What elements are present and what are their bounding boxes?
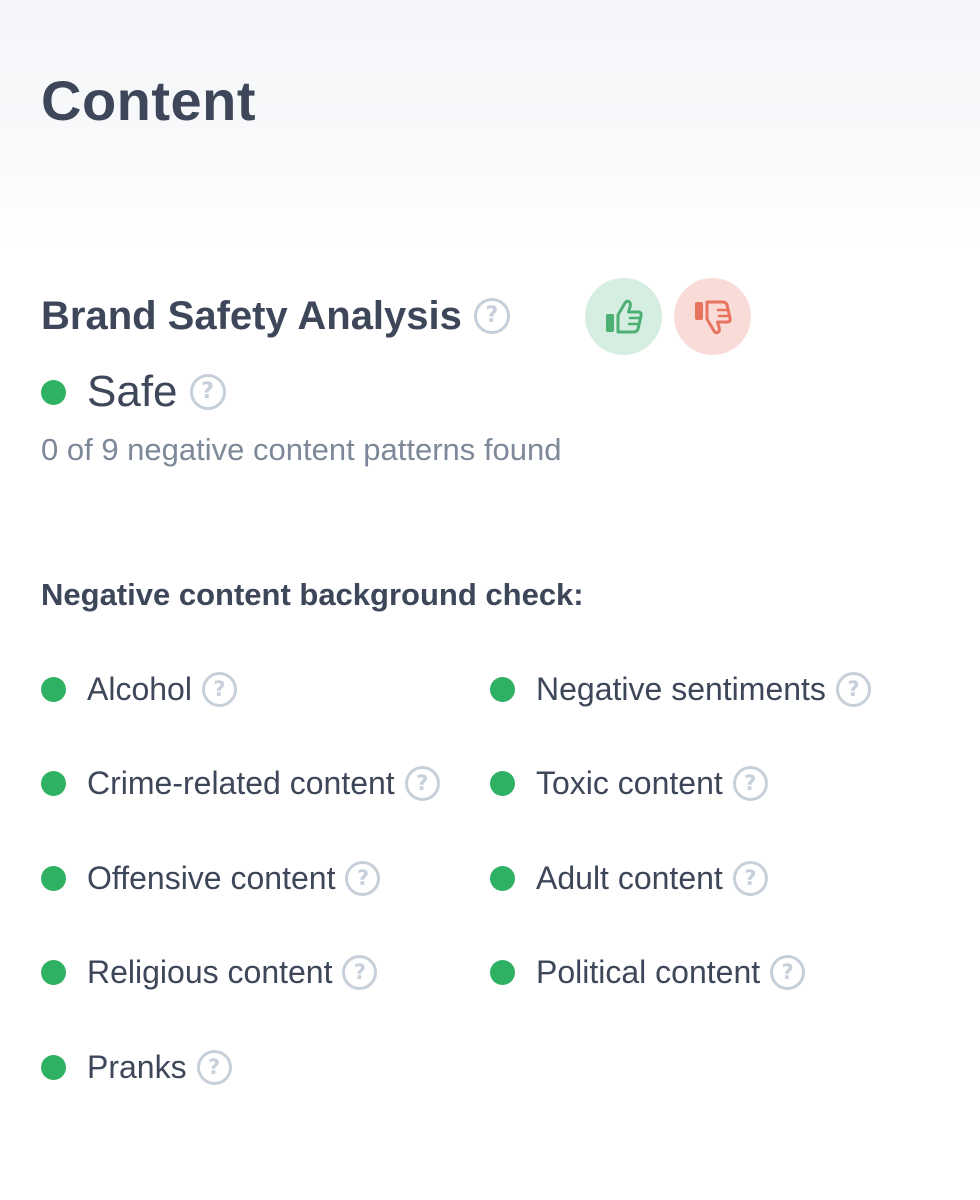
check-item-toxic: Toxic content ? — [490, 761, 768, 805]
status-dot — [41, 770, 66, 796]
status-dot — [41, 379, 66, 405]
question-circle-icon[interactable]: ? — [342, 954, 378, 990]
check-item-label: Negative sentiments — [536, 671, 826, 707]
question-circle-icon[interactable]: ? — [770, 954, 806, 990]
safety-status: Safe ? — [41, 366, 226, 418]
status-dot — [41, 676, 66, 702]
check-item-political: Political content ? — [490, 950, 806, 994]
status-dot — [490, 865, 515, 891]
check-item-label: Adult content — [536, 860, 723, 896]
patterns-summary: 0 of 9 negative content patterns found — [41, 432, 562, 467]
page-title: Content — [41, 69, 257, 132]
status-dot — [490, 676, 515, 702]
status-dot — [41, 959, 66, 985]
question-circle-icon[interactable]: ? — [732, 765, 768, 801]
status-dot — [490, 770, 515, 796]
background-check-heading: Negative content background check: — [41, 577, 584, 612]
check-item-offensive: Offensive content ? — [41, 856, 381, 900]
check-item-label: Offensive content — [87, 860, 336, 896]
status-label: Safe — [87, 367, 178, 416]
thumbs-down-button[interactable] — [674, 278, 751, 355]
check-item-label: Religious content — [87, 954, 333, 990]
check-item-crime-related: Crime-related content ? — [41, 761, 440, 805]
question-circle-icon[interactable]: ? — [835, 671, 871, 707]
thumbs-up-icon — [605, 299, 643, 333]
question-circle-icon[interactable]: ? — [732, 860, 768, 896]
question-circle-icon[interactable]: ? — [201, 671, 237, 707]
check-item-pranks: Pranks ? — [41, 1045, 232, 1089]
check-item-label: Toxic content — [536, 765, 723, 801]
question-circle-icon[interactable]: ? — [196, 1049, 232, 1085]
brand-safety-title: Brand Safety Analysis — [41, 294, 462, 338]
thumbs-up-button[interactable] — [585, 278, 662, 355]
question-circle-icon[interactable]: ? — [345, 860, 381, 896]
check-item-negative-sentiments: Negative sentiments ? — [490, 667, 871, 711]
check-item-alcohol: Alcohol ? — [41, 667, 237, 711]
check-item-label: Pranks — [87, 1049, 187, 1085]
thumbs-down-icon — [694, 300, 732, 334]
status-dot — [490, 959, 515, 985]
check-item-label: Political content — [536, 954, 761, 990]
check-item-adult: Adult content ? — [490, 856, 768, 900]
status-dot — [41, 865, 66, 891]
content-panel: Content Brand Safety Analysis ? Safe ? 0… — [0, 0, 980, 1200]
check-item-label: Crime-related content — [87, 765, 395, 801]
question-circle-icon[interactable]: ? — [189, 374, 226, 410]
status-dot — [41, 1054, 66, 1080]
question-circle-icon[interactable]: ? — [473, 298, 510, 334]
check-item-label: Alcohol — [87, 671, 192, 707]
check-item-religious: Religious content ? — [41, 950, 378, 994]
brand-safety-header: Brand Safety Analysis ? — [41, 292, 510, 340]
question-circle-icon[interactable]: ? — [404, 765, 440, 801]
